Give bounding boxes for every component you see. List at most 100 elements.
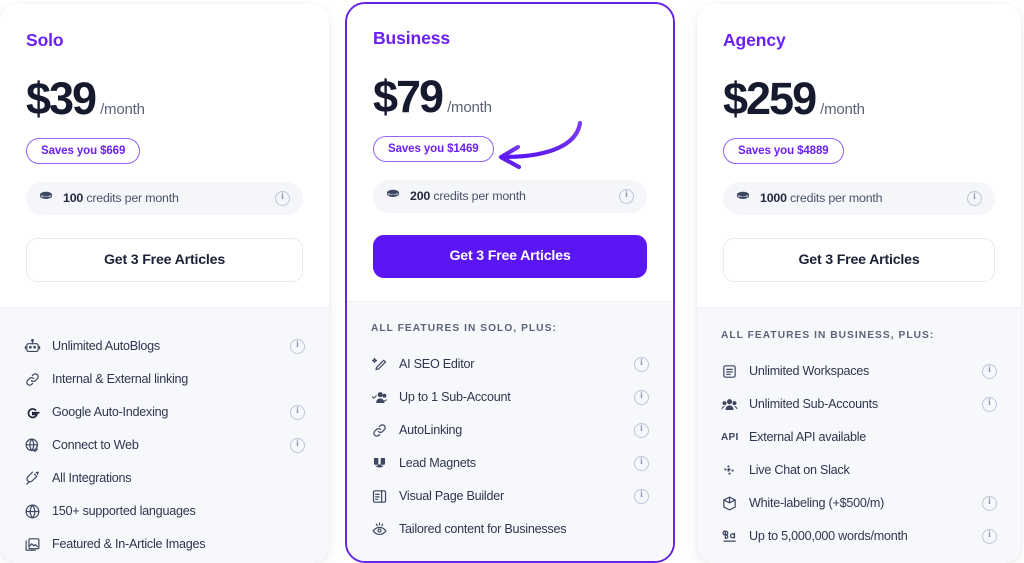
plan-title-business: Business (373, 28, 451, 48)
info-icon[interactable]: i (982, 363, 997, 379)
pricing-card-business: Business $79 /month Saves you $1469 200 … (345, 2, 675, 563)
ab-words-icon (721, 526, 743, 546)
savings-badge-business: Saves you $1469 (373, 135, 494, 162)
card-header-solo: Solo $39 /month Saves you $669 100 credi… (0, 4, 329, 307)
feature-row: Connect to Web i (24, 429, 305, 462)
info-icon[interactable]: i (619, 188, 634, 204)
plan-title-solo: Solo (26, 30, 64, 50)
feature-label: Connect to Web (52, 438, 139, 452)
feature-row: Google Auto-Indexing i (24, 396, 305, 429)
users-check-icon (371, 387, 393, 407)
globe-check-icon (24, 435, 46, 455)
feature-label: All Integrations (52, 471, 132, 485)
credits-text-business: 200 credits per month (410, 189, 526, 203)
cta-button-solo[interactable]: Get 3 Free Articles (26, 237, 303, 282)
price-row-agency: $259 /month (723, 76, 995, 121)
feature-row: Up to 1 Sub-Account i (371, 381, 649, 414)
price-amount-solo: $39 (26, 72, 97, 124)
info-icon[interactable]: i (982, 495, 997, 511)
price-amount-agency: $259 (723, 72, 817, 124)
pricing-plans-container: Solo $39 /month Saves you $669 100 credi… (0, 0, 1024, 563)
price-period-business: /month (447, 98, 492, 116)
feature-row: Tailored content for Businesses (371, 513, 649, 546)
credits-suffix-agency: credits per month (790, 191, 883, 205)
feature-row: Up to 5,000,000 words/month i (721, 520, 997, 553)
credits-text-solo: 100 credits per month (63, 191, 179, 205)
info-icon[interactable]: i (634, 389, 649, 405)
info-icon[interactable]: i (290, 338, 305, 354)
feature-label: Unlimited Workspaces (749, 364, 870, 378)
info-icon[interactable]: i (290, 404, 305, 420)
feature-label: Unlimited Sub-Accounts (749, 397, 878, 411)
coins-icon (38, 188, 54, 209)
link-chain-icon (371, 420, 393, 440)
info-icon[interactable]: i (967, 190, 982, 206)
coins-icon (735, 188, 751, 209)
price-period-solo: /month (100, 100, 145, 118)
feature-label: 150+ supported languages (52, 504, 196, 518)
link-chain-icon (24, 369, 46, 389)
feature-label: White-labeling (+$500/m) (749, 496, 885, 510)
feature-label: Up to 5,000,000 words/month (749, 529, 908, 543)
cta-button-business[interactable]: Get 3 Free Articles (373, 234, 647, 278)
credits-pill-agency: 1000 credits per month i (723, 181, 995, 215)
features-header-agency: ALL FEATURES IN BUSINESS, PLUS: (721, 329, 935, 341)
card-header-business: Business $79 /month Saves you $1469 200 … (347, 4, 673, 301)
credits-amount-agency: 1000 (760, 191, 787, 205)
price-row-solo: $39 /month (26, 76, 303, 121)
credits-suffix-business: credits per month (433, 189, 526, 203)
info-icon[interactable]: i (634, 422, 649, 438)
feature-row: Unlimited AutoBlogs i (24, 330, 305, 363)
plan-title-agency: Agency (723, 30, 786, 50)
info-icon[interactable]: i (634, 356, 649, 372)
feature-row: Unlimited Sub-Accounts i (721, 388, 997, 421)
magnet-icon (371, 453, 393, 473)
users-icon (721, 394, 743, 414)
workspace-icon (721, 361, 743, 381)
slack-icon (721, 460, 743, 480)
feature-row: Unlimited Workspaces i (721, 355, 997, 388)
feature-label: Google Auto-Indexing (52, 405, 169, 419)
feature-label: Tailored content for Businesses (399, 522, 567, 536)
info-icon[interactable]: i (275, 190, 290, 206)
feature-row: Lead Magnets i (371, 447, 649, 480)
info-icon[interactable]: i (982, 396, 997, 412)
pricing-card-agency: Agency $259 /month Saves you $4889 1000 … (697, 4, 1021, 563)
savings-badge-agency: Saves you $4889 (723, 137, 844, 164)
images-icon (24, 534, 46, 554)
feature-row: All Integrations (24, 462, 305, 495)
card-header-agency: Agency $259 /month Saves you $4889 1000 … (697, 4, 1021, 307)
info-icon[interactable]: i (982, 528, 997, 544)
features-header-business: ALL FEATURES IN SOLO, PLUS: (371, 322, 557, 334)
feature-row: Live Chat on Slack (721, 454, 997, 487)
feature-row: AI SEO Editor i (371, 348, 649, 381)
feature-label: Internal & External linking (52, 372, 189, 386)
google-g-icon (24, 402, 46, 422)
feature-row: 150+ supported languages (24, 495, 305, 528)
plug-icon (24, 468, 46, 488)
feature-row: Visual Page Builder i (371, 480, 649, 513)
savings-badge-solo: Saves you $669 (26, 137, 141, 164)
features-section-agency: ALL FEATURES IN BUSINESS, PLUS: Unlimite… (697, 306, 1021, 563)
credits-pill-business: 200 credits per month i (373, 179, 647, 213)
page-layout-icon (371, 486, 393, 506)
price-row-business: $79 /month (373, 74, 647, 119)
feature-row: White-labeling (+$500/m) i (721, 487, 997, 520)
cta-button-agency[interactable]: Get 3 Free Articles (723, 237, 995, 282)
price-amount-business: $79 (373, 70, 444, 122)
feature-label: Lead Magnets (399, 456, 476, 470)
feature-label: AI SEO Editor (399, 357, 475, 371)
magic-pen-icon (371, 354, 393, 374)
features-section-solo: Unlimited AutoBlogs i Internal & Externa… (0, 306, 329, 563)
info-icon[interactable]: i (634, 455, 649, 471)
credits-suffix-solo: credits per month (86, 191, 179, 205)
feature-label: Featured & In-Article Images (52, 537, 206, 551)
info-icon[interactable]: i (634, 488, 649, 504)
feature-row: Internal & External linking (24, 363, 305, 396)
pricing-card-solo: Solo $39 /month Saves you $669 100 credi… (0, 4, 329, 563)
info-icon[interactable]: i (290, 437, 305, 453)
feature-label: AutoLinking (399, 423, 463, 437)
credits-amount-business: 200 (410, 189, 431, 203)
